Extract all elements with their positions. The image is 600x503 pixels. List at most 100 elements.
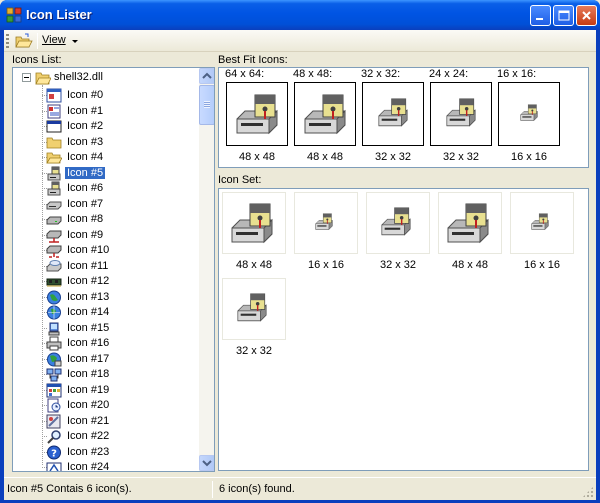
tree-item[interactable]: Icon #15 xyxy=(46,321,186,336)
icon-set-item[interactable] xyxy=(294,192,358,254)
best-fit-caption: 48 x 48: xyxy=(293,68,333,80)
tree-item[interactable]: Icon #21 xyxy=(46,414,186,429)
tree-item-label: Icon #9 xyxy=(67,228,104,241)
floppy-drive-icon xyxy=(379,205,413,242)
tree-item[interactable]: Icon #18 xyxy=(46,367,186,382)
floppy-drive-small-icon xyxy=(46,181,62,196)
collapse-toggle[interactable] xyxy=(22,73,31,82)
floppy-drive-icon xyxy=(314,212,334,235)
close-icon xyxy=(582,11,591,20)
printer-icon xyxy=(46,336,62,351)
tree-item[interactable]: ? Icon #23 xyxy=(46,445,186,460)
tree-item-label: Icon #12 xyxy=(67,275,110,287)
tree-item-label: Icon #8 xyxy=(67,213,104,225)
best-fit-dimension: 48 x 48 xyxy=(306,151,344,163)
minimize-button[interactable] xyxy=(530,5,551,26)
resize-grip[interactable] xyxy=(582,486,594,498)
tree-item[interactable]: Icon #24 xyxy=(46,460,186,472)
scroll-thumb[interactable] xyxy=(199,85,214,125)
icon-set-item[interactable] xyxy=(366,192,430,254)
status-separator xyxy=(212,481,213,498)
tree-item[interactable]: Icon #12 xyxy=(46,274,186,289)
tree-item-label: Icon #11 xyxy=(67,259,109,272)
floppy-drive-icon xyxy=(530,212,550,235)
toolbar-separator xyxy=(37,33,38,49)
floppy-drive-icon xyxy=(46,166,62,181)
cd-drive-icon xyxy=(46,259,62,274)
recent-documents-icon xyxy=(46,398,62,413)
tree-item-label: Icon #21 xyxy=(67,414,110,427)
best-fit-preview xyxy=(362,82,424,146)
tree-item-label: Icon #5 xyxy=(65,166,106,179)
tree-item-label: Icon #1 xyxy=(67,104,104,117)
scroll-down-button[interactable] xyxy=(199,455,214,471)
toolbar: View xyxy=(4,30,596,52)
tree-item[interactable]: Icon #16 xyxy=(46,336,186,351)
tree-item[interactable]: Icon #22 xyxy=(46,429,186,444)
view-menu-button[interactable]: View xyxy=(42,34,66,46)
icon-set-dimension: 16 x 16 xyxy=(523,259,561,271)
tree-item[interactable]: Icon #5 xyxy=(46,166,186,181)
tree-item[interactable]: Icon #13 xyxy=(46,290,186,305)
tree-item[interactable]: Icon #17 xyxy=(46,352,186,367)
icon-set-item[interactable] xyxy=(222,192,286,254)
tree-item[interactable]: Icon #7 xyxy=(46,197,186,212)
document-icon xyxy=(46,104,62,119)
icon-set-dimension: 48 x 48 xyxy=(451,259,489,271)
icon-set-dimension: 32 x 32 xyxy=(379,259,417,271)
floppy-drive-icon xyxy=(444,200,492,251)
tree-item[interactable]: Icon #20 xyxy=(46,398,186,413)
tree-item[interactable]: Icon #9 xyxy=(46,228,186,243)
window-title: Icon Lister xyxy=(26,7,92,22)
maximize-button[interactable] xyxy=(553,5,574,26)
status-selection: Icon #5 Contais 6 icon(s). xyxy=(7,483,132,495)
client-area: View Icons List: Best Fit Icons: Icon Se… xyxy=(4,30,596,500)
tree-item-label: Icon #2 xyxy=(67,120,104,132)
tree-item[interactable]: Icon #6 xyxy=(46,181,186,196)
tree-item-label: Icon #19 xyxy=(67,383,110,396)
icon-set-item[interactable] xyxy=(222,278,286,340)
toolbar-grip[interactable] xyxy=(6,34,9,48)
tree-item[interactable]: Icon #1 xyxy=(46,104,186,119)
tree-item-label: Icon #7 xyxy=(67,197,104,210)
floppy-drive-icon xyxy=(228,200,276,251)
open-folder-button[interactable] xyxy=(13,32,33,50)
tree-item[interactable]: Icon #2 xyxy=(46,119,186,134)
best-fit-dimension: 32 x 32 xyxy=(442,151,480,163)
memory-chip-icon xyxy=(46,274,62,289)
tree-root-label[interactable]: shell32.dll xyxy=(54,71,103,83)
tree-scrollbar[interactable] xyxy=(199,68,214,471)
title-bar[interactable]: Icon Lister xyxy=(0,0,600,30)
tree-item[interactable]: Icon #0 xyxy=(46,88,186,103)
tree-item-label: Icon #0 xyxy=(67,89,104,101)
tree-item[interactable]: Icon #19 xyxy=(46,383,186,398)
scroll-up-button[interactable] xyxy=(199,68,214,84)
workgroup-icon xyxy=(46,367,62,382)
best-fit-preview xyxy=(498,82,560,146)
tree-item-label: Icon #24 xyxy=(67,461,110,472)
floppy-drive-icon xyxy=(233,91,281,142)
icon-set-dimension: 32 x 32 xyxy=(235,345,273,357)
tree-item-label: Icon #17 xyxy=(67,352,110,365)
help-icon: ? xyxy=(46,445,62,460)
floppy-drive-icon xyxy=(444,96,478,133)
best-fit-preview xyxy=(294,82,356,146)
close-button[interactable] xyxy=(576,5,597,26)
tree-item[interactable]: Icon #8 xyxy=(46,212,186,227)
best-fit-dimension: 48 x 48 xyxy=(238,151,276,163)
tree-item[interactable]: Icon #4 xyxy=(46,150,186,165)
tree-item-label: Icon #14 xyxy=(67,306,110,318)
dropdown-arrow-icon xyxy=(72,40,78,43)
tree-item[interactable]: Icon #3 xyxy=(46,135,186,150)
tree-item[interactable]: Icon #10 xyxy=(46,243,186,258)
floppy-drive-icon xyxy=(376,96,410,133)
icon-set-item[interactable] xyxy=(438,192,502,254)
best-fit-dimension: 32 x 32 xyxy=(374,151,412,163)
tree-item[interactable]: Icon #11 xyxy=(46,259,186,274)
icons-tree[interactable]: shell32.dll Icon #0 Icon #1 Icon #2 Icon #3… xyxy=(12,67,215,472)
folder-icon xyxy=(46,135,62,150)
best-fit-caption: 24 x 24: xyxy=(429,68,469,80)
tree-item[interactable]: Icon #14 xyxy=(46,305,186,320)
icon-set-item[interactable] xyxy=(510,192,574,254)
tree-item-label: Icon #4 xyxy=(67,151,104,163)
